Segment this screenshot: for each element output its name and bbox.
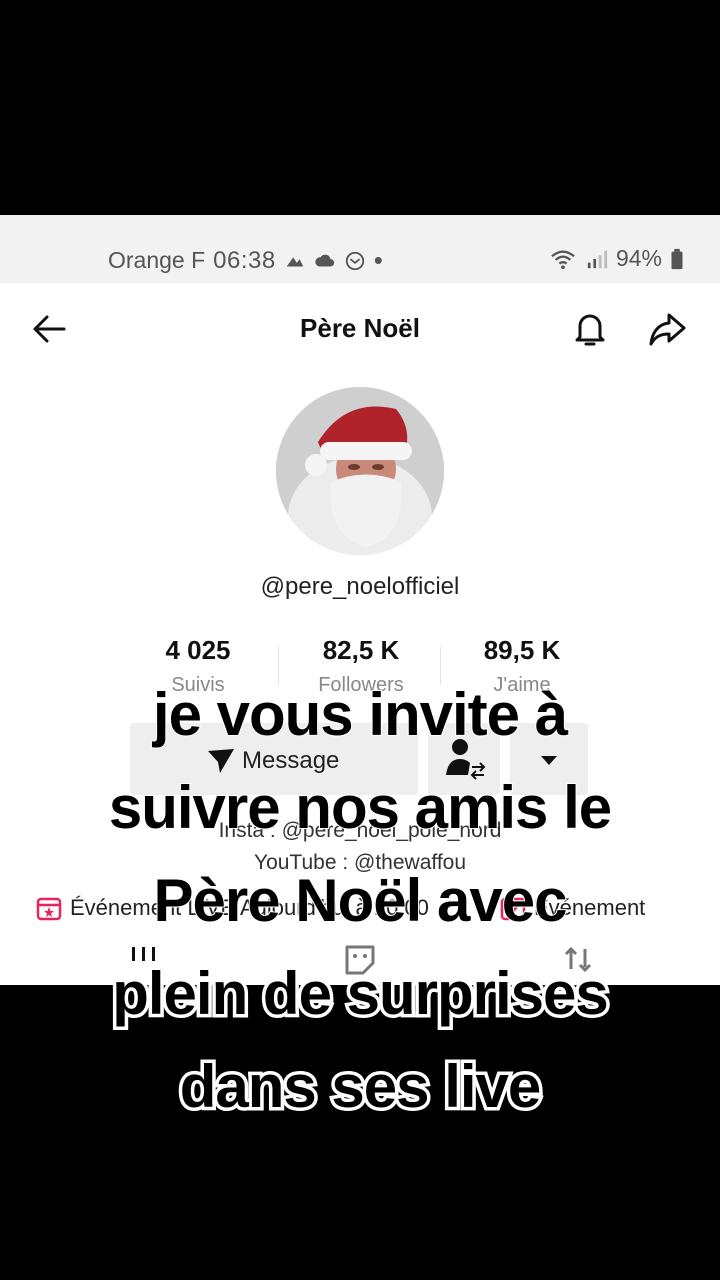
signal-icon: [587, 250, 608, 268]
notification-icon: [286, 256, 303, 266]
battery-percent: 94%: [615, 245, 662, 271]
bell-icon: [575, 314, 605, 346]
status-bar: Orange F 06:38 • 94%: [0, 215, 720, 283]
wifi-icon: [551, 250, 575, 269]
page-title: Père Noël: [300, 313, 420, 343]
stat-following-value: 4 025: [165, 635, 231, 665]
caption-line: dans ses live: [176, 1050, 545, 1124]
profile-avatar[interactable]: [276, 387, 444, 555]
mail-icon: [345, 251, 364, 270]
santa-portrait: [276, 387, 444, 555]
carrier-label: Orange F: [108, 247, 206, 273]
stat-followers-value: 82,5 K: [322, 635, 400, 665]
caption-line: plein de surprises: [109, 957, 613, 1031]
cloud-icon: [315, 254, 334, 266]
stat-likes-value: 89,5 K: [483, 635, 561, 665]
caption-line: suivre nos amis le: [108, 773, 613, 842]
battery-icon: [671, 248, 683, 269]
caption-line: je vous invite à: [152, 680, 569, 749]
clock: 06:38: [213, 246, 276, 274]
share-button[interactable]: [645, 307, 689, 351]
video-caption: je vous invite à suivre nos amis le Père…: [0, 668, 720, 1133]
dot-icon: •: [373, 245, 383, 275]
notifications-button[interactable]: [568, 307, 612, 351]
caption-line: Père Noël avec: [153, 866, 569, 935]
profile-handle: @pere_noelofficiel: [260, 573, 460, 600]
top-nav: Père Noël: [0, 283, 720, 375]
share-arrow-icon: [649, 313, 686, 346]
